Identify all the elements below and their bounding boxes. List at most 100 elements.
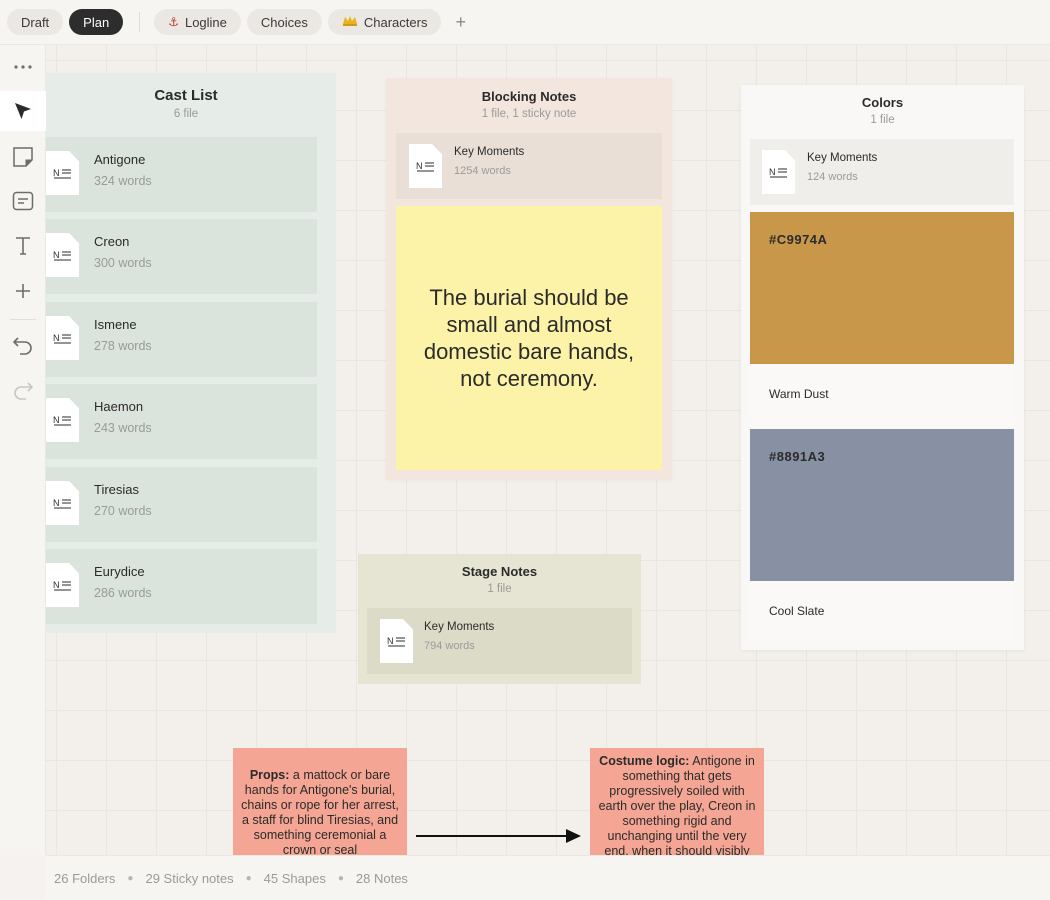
- status-separator: ●: [127, 872, 134, 884]
- status-separator: ●: [245, 872, 252, 884]
- note-text: Antigone in something that gets progress…: [598, 754, 756, 855]
- swatch-name: Warm Dust: [750, 364, 1014, 423]
- redo-icon[interactable]: [0, 370, 46, 410]
- board-subtitle: 6 file: [173, 108, 199, 120]
- file-icon: N: [46, 151, 79, 195]
- list-item[interactable]: N Tiresias 270 words: [46, 467, 317, 542]
- file-icon: N: [409, 144, 442, 188]
- swatch-fill: #C9974A: [750, 212, 1014, 364]
- list-item[interactable]: N Creon 300 words: [46, 219, 317, 294]
- note-costume[interactable]: Costume logic: Antigone in something tha…: [590, 748, 764, 855]
- item-name: Tiresias: [94, 482, 140, 497]
- item-word-count: 278 words: [94, 339, 152, 353]
- item-word-count: 270 words: [94, 504, 152, 518]
- toolbar-divider: [10, 319, 36, 320]
- tab-label: Draft: [21, 14, 50, 30]
- sticky-note-icon[interactable]: [0, 137, 46, 177]
- file-word-count: 794 words: [424, 640, 475, 652]
- swatch-hex: #8891A3: [769, 449, 826, 464]
- left-toolbar: [0, 45, 46, 855]
- item-name: Haemon: [94, 399, 144, 414]
- svg-text:N: N: [53, 415, 60, 425]
- item-word-count: 300 words: [94, 256, 152, 270]
- pinned-label: Logline: [184, 14, 227, 30]
- item-name: Antigone: [94, 152, 146, 167]
- board-subtitle: 1 file, 1 sticky note: [481, 108, 577, 120]
- swatch-fill: #8891A3: [750, 429, 1014, 581]
- file-icon: N: [46, 481, 79, 525]
- board-title: Stage Notes: [461, 564, 538, 579]
- board-blocking-notes[interactable]: Blocking Notes 1 file, 1 sticky note N K…: [386, 78, 672, 480]
- file-card[interactable]: N Key Moments 1254 words: [396, 133, 662, 199]
- item-name: Eurydice: [94, 564, 145, 579]
- file-icon: N: [46, 563, 79, 607]
- note-heading: Costume logic:: [599, 754, 690, 768]
- tab-label: Plan: [83, 14, 110, 30]
- color-swatch[interactable]: #C9974A Warm Dust: [750, 212, 1014, 423]
- pinned-characters[interactable]: Characters: [327, 9, 442, 35]
- file-card[interactable]: N Key Moments 794 words: [367, 608, 632, 674]
- status-sticky-notes: 29 Sticky notes: [145, 870, 234, 886]
- card-icon[interactable]: [0, 181, 46, 221]
- svg-text:N: N: [53, 580, 60, 590]
- pinned-label: Characters: [363, 14, 428, 30]
- sticky-note[interactable]: The burial should be small and almost do…: [396, 206, 662, 470]
- board-cast-list[interactable]: Cast List 6 file N Antigone 324 words N …: [46, 73, 336, 633]
- file-card[interactable]: N Key Moments 124 words: [750, 139, 1014, 205]
- swatch-name: Cool Slate: [750, 581, 1014, 640]
- status-bar: 26 Folders ● 29 Sticky notes ● 45 Shapes…: [46, 855, 1050, 900]
- svg-text:N: N: [53, 168, 60, 178]
- board-subtitle: 1 file: [487, 583, 512, 595]
- board-colors[interactable]: Colors 1 file N Key Moments 124 words #C…: [741, 85, 1024, 650]
- item-name: Creon: [94, 234, 130, 249]
- board-title: Blocking Notes: [481, 89, 577, 104]
- svg-text:N: N: [53, 333, 60, 343]
- file-word-count: 1254 words: [454, 165, 511, 177]
- list-item[interactable]: N Ismene 278 words: [46, 302, 317, 377]
- status-shapes: 45 Shapes: [263, 870, 326, 886]
- top-bar: Draft Plan ⚓ Logline Choices Characters …: [0, 0, 1050, 45]
- board-stage-notes[interactable]: Stage Notes 1 file N Key Moments 794 wor…: [358, 554, 641, 684]
- file-icon: N: [762, 150, 795, 194]
- svg-text:N: N: [387, 636, 394, 646]
- list-item[interactable]: N Antigone 324 words: [46, 137, 317, 212]
- anchor-icon: ⚓: [168, 15, 179, 29]
- cursor-icon[interactable]: [0, 91, 46, 131]
- item-word-count: 243 words: [94, 421, 152, 435]
- tab-separator: [139, 12, 141, 32]
- status-separator: ●: [337, 872, 344, 884]
- file-word-count: 124 words: [807, 171, 858, 183]
- more-icon[interactable]: [0, 47, 46, 87]
- svg-text:N: N: [416, 161, 423, 171]
- pinned-logline[interactable]: ⚓ Logline: [154, 9, 241, 35]
- board-subtitle: 1 file: [870, 114, 895, 126]
- add-icon[interactable]: [0, 271, 46, 311]
- pinned-label: Choices: [260, 14, 308, 30]
- file-icon: N: [46, 316, 79, 360]
- file-name: Key Moments: [807, 152, 878, 164]
- list-item[interactable]: N Haemon 243 words: [46, 384, 317, 459]
- file-icon: N: [380, 619, 413, 663]
- note-heading: Props:: [249, 768, 290, 782]
- list-item[interactable]: N Eurydice 286 words: [46, 549, 317, 624]
- connector-arrow[interactable]: [414, 826, 584, 846]
- status-notes: 28 Notes: [355, 870, 408, 886]
- file-name: Key Moments: [424, 621, 495, 633]
- tab-draft[interactable]: Draft: [7, 9, 64, 35]
- file-name: Key Moments: [454, 146, 525, 158]
- undo-icon[interactable]: [0, 325, 46, 365]
- svg-text:N: N: [53, 498, 60, 508]
- canvas[interactable]: Cast List 6 file N Antigone 324 words N …: [46, 45, 1050, 855]
- color-swatch[interactable]: #8891A3 Cool Slate: [750, 429, 1014, 640]
- svg-text:N: N: [769, 167, 776, 177]
- item-word-count: 324 words: [94, 174, 152, 188]
- crown-icon: [342, 15, 358, 29]
- board-title: Colors: [861, 95, 904, 110]
- file-icon: N: [46, 233, 79, 277]
- add-tab-button[interactable]: +: [455, 12, 466, 33]
- file-icon: N: [46, 398, 79, 442]
- pinned-choices[interactable]: Choices: [246, 9, 322, 35]
- tab-plan[interactable]: Plan: [69, 9, 124, 35]
- text-icon[interactable]: [0, 226, 46, 266]
- note-props[interactable]: Props: a mattock or bare hands for Antig…: [233, 748, 407, 855]
